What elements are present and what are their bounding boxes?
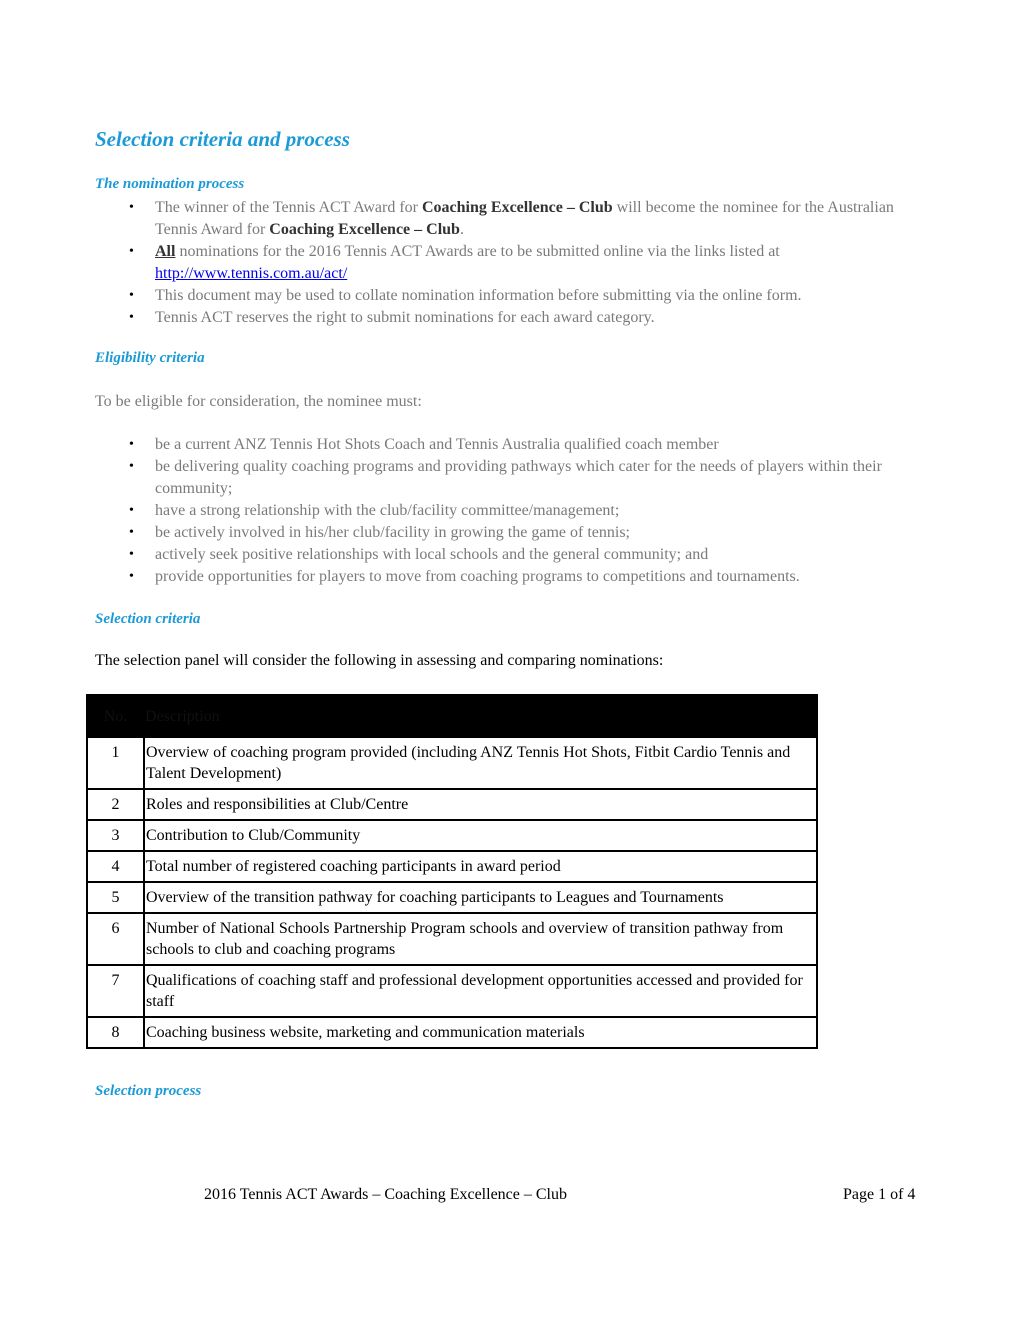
header-description: Description <box>143 694 818 738</box>
bullet-icon: • <box>129 525 134 540</box>
page-title: Selection criteria and process <box>95 127 350 151</box>
bullet-text: be delivering quality coaching programs … <box>155 458 882 497</box>
row-number: 3 <box>86 819 145 852</box>
eligibility-bullet-list: • be a current ANZ Tennis Hot Shots Coach… <box>0 434 1020 588</box>
bullet-icon: • <box>129 310 134 325</box>
bullet-text: be actively involved in his/her club/fac… <box>155 524 630 541</box>
bullet-icon: • <box>129 288 134 303</box>
row-description: Overview of the transition pathway for c… <box>143 881 818 914</box>
tennis-act-link[interactable]: http://www.tennis.com.au/act/ <box>155 265 347 282</box>
bullet-icon: • <box>129 200 134 215</box>
footer-title: 2016 Tennis ACT Awards – Coaching Excell… <box>204 1186 567 1203</box>
nomination-bullet: • Tennis ACT reserves the right to submit… <box>0 307 1020 329</box>
bullet-text: All <box>155 243 176 260</box>
eligibility-bullet: • be actively involved in his/her club/fa… <box>0 522 1020 544</box>
footer-page-number: Page 1 of 4 <box>843 1186 916 1203</box>
table-row: 6 Number of National Schools Partnership … <box>86 912 818 966</box>
table-row: 4 Total number of registered coaching par… <box>86 850 818 883</box>
table-row: 3 Contribution to Club/Community <box>86 819 818 852</box>
eligibility-bullet: • have a strong relationship with the clu… <box>0 500 1020 522</box>
header-no: No. <box>86 694 145 738</box>
bullet-text: This document may be used to collate nom… <box>155 287 802 304</box>
table-row: 2 Roles and responsibilities at Club/Cent… <box>86 788 818 821</box>
bullet-icon: • <box>129 503 134 518</box>
row-number: 6 <box>86 912 145 966</box>
table-row: 8 Coaching business website, marketing an… <box>86 1016 818 1049</box>
row-description: Coaching business website, marketing and… <box>143 1016 818 1049</box>
bullet-icon: • <box>129 547 134 562</box>
eligibility-bullet: • be delivering quality coaching programs… <box>0 456 1020 500</box>
bullet-icon: • <box>129 437 134 452</box>
nomination-heading: The nomination process <box>95 176 245 192</box>
row-number: 7 <box>86 964 145 1018</box>
row-number: 4 <box>86 850 145 883</box>
row-description: Qualifications of coaching staff and pro… <box>143 964 818 1018</box>
table-header-row: No. Description <box>86 694 818 738</box>
selection-criteria-heading: Selection criteria <box>95 611 201 627</box>
bullet-text: nominations for the 2016 Tennis ACT Awar… <box>175 243 780 260</box>
nomination-bullet: • The winner of the Tennis ACT Award for … <box>0 197 1020 241</box>
row-description: Total number of registered coaching part… <box>143 850 818 883</box>
bullet-icon: • <box>129 459 134 474</box>
bullet-text: actively seek positive relationships wit… <box>155 546 709 563</box>
row-description: Contribution to Club/Community <box>143 819 818 852</box>
selection-process-heading: Selection process <box>95 1083 202 1099</box>
eligibility-intro: To be eligible for consideration, the no… <box>95 393 422 410</box>
row-number: 1 <box>86 736 145 790</box>
document-page: Selection criteria and process The nomin… <box>0 0 1020 1320</box>
selection-criteria-intro: The selection panel will consider the fo… <box>95 652 664 669</box>
bullet-icon: • <box>129 569 134 584</box>
eligibility-heading: Eligibility criteria <box>95 350 205 366</box>
row-number: 8 <box>86 1016 145 1049</box>
row-number: 5 <box>86 881 145 914</box>
bullet-text: have a strong relationship with the club… <box>155 502 620 519</box>
eligibility-bullet: • provide opportunities for players to mo… <box>0 566 1020 588</box>
bullet-icon: • <box>129 244 134 259</box>
nomination-bullet-list: • The winner of the Tennis ACT Award for … <box>0 197 1020 329</box>
row-description: Number of National Schools Partnership P… <box>143 912 818 966</box>
row-description: Overview of coaching program provided (i… <box>143 736 818 790</box>
nomination-bullet: • All nominations for the 2016 Tennis ACT… <box>0 241 1020 285</box>
eligibility-bullet: • be a current ANZ Tennis Hot Shots Coach… <box>0 434 1020 456</box>
table-row: 5 Overview of the transition pathway for … <box>86 881 818 914</box>
table-row: 7 Qualifications of coaching staff and pr… <box>86 964 818 1018</box>
nomination-bullet: • This document may be used to collate no… <box>0 285 1020 307</box>
eligibility-bullet: • actively seek positive relationships wi… <box>0 544 1020 566</box>
bullet-text: be a current ANZ Tennis Hot Shots Coach … <box>155 436 719 453</box>
bullet-text: Coaching Excellence – Club <box>422 199 613 216</box>
bullet-text: Coaching Excellence – Club <box>269 221 460 238</box>
bullet-text: . <box>459 221 464 238</box>
table-row: 1 Overview of coaching program provided (… <box>86 736 818 790</box>
bullet-text: provide opportunities for players to mov… <box>155 568 800 585</box>
selection-criteria-table: No. Description 1 Overview of coaching pr… <box>86 694 818 1049</box>
row-description: Roles and responsibilities at Club/Centr… <box>143 788 818 821</box>
row-number: 2 <box>86 788 145 821</box>
bullet-text: The winner of the Tennis ACT Award for <box>155 199 422 216</box>
bullet-text: Tennis ACT reserves the right to submit … <box>155 309 655 326</box>
